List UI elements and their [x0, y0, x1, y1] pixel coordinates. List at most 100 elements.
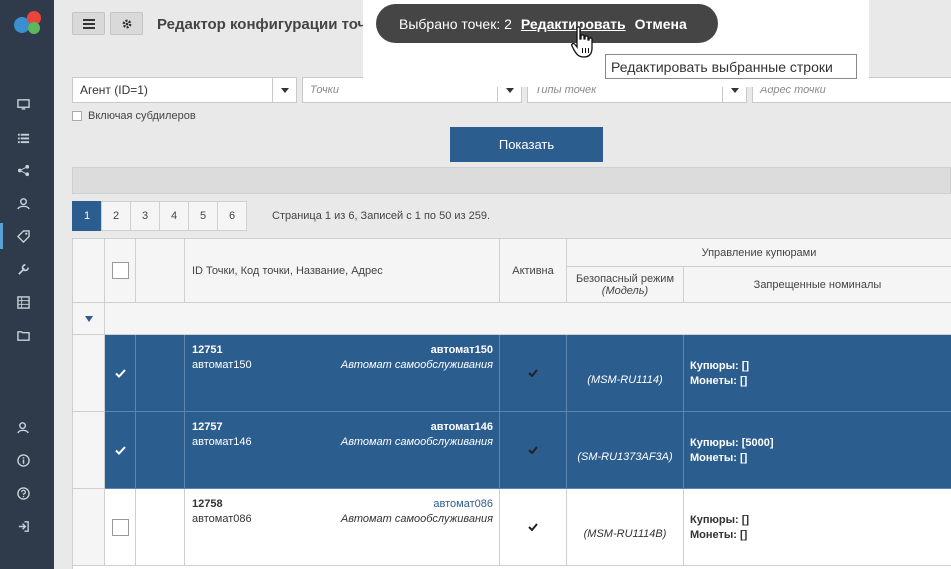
agent-select[interactable]: Агент (ID=1) — [72, 77, 297, 103]
include-subdealers-label: Включая субдилеров — [88, 110, 196, 122]
point-code: автомат086 — [192, 513, 252, 525]
coins-value: Монеты: [] — [690, 529, 748, 541]
hamburger-icon — [82, 18, 95, 29]
banknotes-value: Купюры: [5000] — [690, 437, 774, 449]
row-blank — [136, 335, 185, 412]
group-toggle[interactable] — [73, 303, 105, 335]
row-forbidden: Купюры: [5000] Монеты: [] — [684, 412, 951, 489]
menu-button[interactable] — [72, 12, 105, 35]
cancel-selection-link[interactable]: Отмена — [635, 16, 687, 32]
row-forbidden: Купюры: [] Монеты: [] — [684, 335, 951, 412]
point-type: Автомат самообслуживания — [340, 359, 493, 371]
app-logo — [14, 11, 41, 34]
check-icon — [114, 368, 126, 378]
point-type: Автомат самообслуживания — [340, 513, 493, 525]
checkbox-box[interactable] — [111, 518, 129, 536]
monitor-icon[interactable] — [0, 91, 54, 117]
selected-count: Выбрано точек: 2 — [399, 15, 512, 32]
gear-icon — [122, 19, 131, 28]
safe-mode-label: Безопасный режим — [575, 272, 675, 285]
row-blank — [136, 489, 185, 566]
header-blank — [136, 239, 185, 303]
page-1-button[interactable]: 1 — [72, 201, 102, 231]
point-name-link[interactable]: автомат146 — [431, 421, 493, 433]
row-active — [500, 489, 567, 566]
row-id-cell: 12757 автомат146 автомат146 Автомат само… — [185, 412, 500, 489]
edit-tooltip: Редактировать выбранные строки — [605, 54, 857, 79]
select-all-checkbox[interactable] — [111, 262, 129, 279]
coins-value: Монеты: [] — [690, 452, 748, 464]
point-id: 12757 — [192, 421, 223, 433]
point-code: автомат146 — [192, 436, 252, 448]
check-icon — [528, 446, 538, 454]
check-icon — [528, 369, 538, 377]
page-4-button[interactable]: 4 — [159, 201, 189, 231]
points-table: ID Точки, Код точки, Название, Адрес Акт… — [72, 238, 951, 569]
row-model: (MSM-RU1114) — [567, 335, 684, 412]
share-icon[interactable] — [0, 157, 54, 183]
header-banknote-group: Управление купюрами — [567, 239, 951, 267]
wrench-icon[interactable] — [0, 256, 54, 282]
triangle-down-icon — [84, 315, 93, 322]
header-id[interactable]: ID Точки, Код точки, Название, Адрес — [185, 239, 500, 303]
header-select-all — [105, 239, 136, 303]
safe-mode-sublabel: (Модель) — [601, 284, 649, 297]
banknotes-value: Купюры: [] — [690, 514, 750, 526]
group-bar — [72, 167, 951, 194]
include-subdealers-checkbox[interactable]: Включая субдилеров — [72, 110, 196, 122]
page-2-button[interactable]: 2 — [101, 201, 131, 231]
point-name-link[interactable]: автомат150 — [431, 344, 493, 356]
row-blank — [136, 412, 185, 489]
help-icon[interactable] — [0, 480, 54, 506]
page-5-button[interactable]: 5 — [188, 201, 218, 231]
header-forbidden[interactable]: Запрещенные номиналы — [684, 267, 951, 303]
point-id: 12758 — [192, 498, 223, 510]
row-checkbox[interactable] — [105, 335, 136, 412]
page-info: Страница 1 из 6, Записей с 1 по 50 из 25… — [272, 210, 491, 222]
points-placeholder: Точки — [310, 84, 339, 96]
row-checkbox[interactable] — [105, 412, 136, 489]
folder-icon[interactable] — [0, 322, 54, 348]
pagination: 1 2 3 4 5 6 — [72, 201, 247, 231]
page-title: Редактор конфигурации точек — [157, 16, 383, 33]
sidebar — [0, 0, 54, 569]
info-icon[interactable] — [0, 447, 54, 473]
point-id: 12751 — [192, 344, 223, 356]
row-gutter — [73, 335, 105, 412]
selection-toast: Выбрано точек: 2 Редактировать Отмена — [376, 4, 718, 43]
page-3-button[interactable]: 3 — [130, 201, 160, 231]
row-checkbox[interactable] — [105, 489, 136, 566]
header-safe-mode[interactable]: Безопасный режим (Модель) — [567, 267, 684, 303]
agent-select-value: Агент (ID=1) — [80, 83, 148, 97]
banknotes-value: Купюры: [] — [690, 360, 750, 372]
check-icon — [114, 445, 126, 455]
row-active — [500, 412, 567, 489]
users-icon[interactable] — [0, 414, 54, 440]
point-name-link[interactable]: автомат086 — [433, 498, 493, 510]
show-button[interactable]: Показать — [450, 127, 603, 162]
row-gutter — [73, 412, 105, 489]
point-code: автомат150 — [192, 359, 252, 371]
hand-cursor-icon — [571, 26, 593, 58]
header-active[interactable]: Активна — [500, 239, 567, 303]
tag-icon[interactable] — [0, 223, 54, 249]
row-id-cell: 12758 автомат086 автомат086 Автомат само… — [185, 489, 500, 566]
header-spacer — [73, 239, 105, 303]
table-icon[interactable] — [0, 289, 54, 315]
row-forbidden: Купюры: [] Монеты: [] — [684, 489, 951, 566]
chevron-down-icon — [272, 78, 296, 102]
page-6-button[interactable]: 6 — [217, 201, 247, 231]
settings-button[interactable] — [110, 12, 143, 35]
logout-icon[interactable] — [0, 513, 54, 539]
row-id-cell: 12751 автомат150 автомат150 Автомат само… — [185, 335, 500, 412]
checkbox-box[interactable] — [72, 111, 82, 121]
check-icon — [528, 523, 538, 531]
coins-value: Монеты: [] — [690, 375, 748, 387]
point-type: Автомат самообслуживания — [340, 436, 493, 448]
row-model: (MSM-RU1114B) — [567, 489, 684, 566]
list-icon[interactable] — [0, 124, 54, 150]
user-icon[interactable] — [0, 190, 54, 216]
row-active — [500, 335, 567, 412]
row-gutter — [73, 489, 105, 566]
row-model: (SM-RU1373AF3A) — [567, 412, 684, 489]
